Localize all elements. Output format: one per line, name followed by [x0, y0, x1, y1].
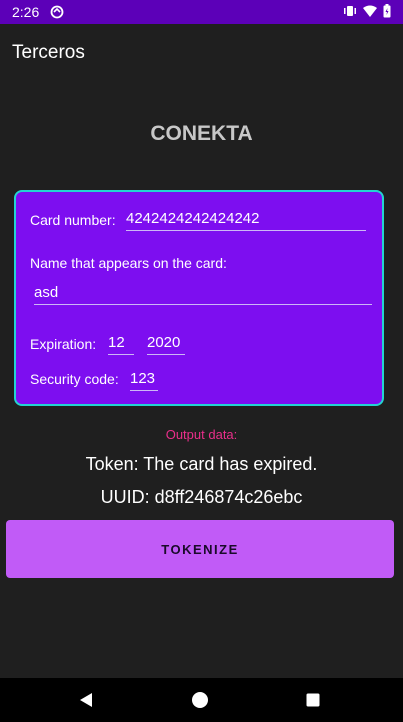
card-number-label: Card number:: [30, 212, 116, 228]
brand-title: CONEKTA: [150, 122, 253, 145]
card-number-input[interactable]: 4242424242424242: [126, 210, 366, 231]
recent-apps-icon[interactable]: [306, 693, 320, 712]
wifi-icon: [363, 5, 377, 17]
sync-icon: [50, 5, 64, 19]
security-code-label: Security code:: [30, 371, 119, 387]
uuid-result: UUID: d8ff246874c26ebc: [100, 487, 303, 507]
expiration-label: Expiration:: [30, 336, 97, 352]
name-label: Name that appears on the card:: [30, 255, 227, 271]
token-result: Token: The card has expired.: [85, 454, 318, 474]
security-code-input[interactable]: 123: [130, 370, 158, 391]
exp-month-input[interactable]: 12: [108, 334, 134, 355]
status-bar: 2:26: [0, 0, 403, 24]
name-input[interactable]: asd: [34, 284, 372, 305]
exp-year-input[interactable]: 2020: [147, 334, 185, 355]
back-icon[interactable]: [78, 692, 94, 713]
vibrate-icon: [343, 4, 357, 18]
app-bar: Terceros: [0, 24, 403, 80]
battery-icon: [383, 4, 391, 18]
navigation-bar: [0, 678, 403, 722]
card-form: Card number: 4242424242424242 Name that …: [14, 190, 384, 406]
output-label: Output data:: [165, 427, 238, 442]
status-time: 2:26: [12, 4, 40, 20]
app-title: Terceros: [12, 42, 85, 63]
tokenize-button[interactable]: TOKENIZE: [6, 520, 394, 578]
home-icon[interactable]: [191, 691, 209, 714]
